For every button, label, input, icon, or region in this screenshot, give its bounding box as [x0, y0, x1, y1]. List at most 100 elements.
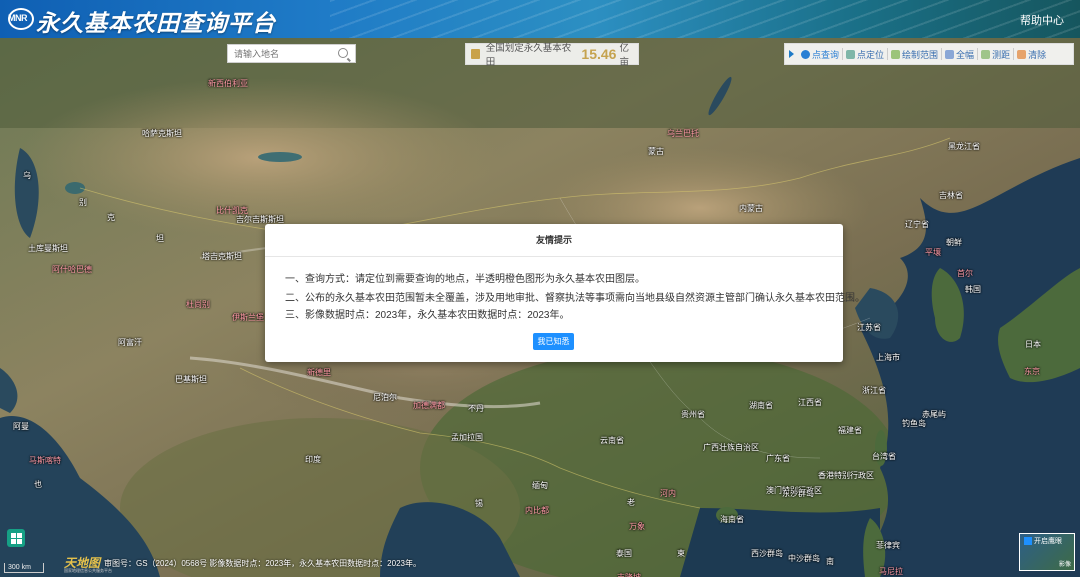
- tool-label: 全幅: [956, 49, 975, 60]
- stat-label: 全国划定永久基本农田: [485, 43, 572, 68]
- tool-label: 点查询: [812, 49, 840, 60]
- dialog-title: 友情提示: [265, 224, 843, 257]
- place-label: 菲律宾: [876, 541, 900, 550]
- place-label: 尼泊尔: [373, 393, 397, 402]
- place-label: 巴基斯坦: [175, 375, 207, 384]
- place-label: 克: [107, 213, 115, 222]
- tool-full-extent[interactable]: 全幅: [942, 48, 977, 61]
- place-label: 南: [826, 557, 834, 566]
- stat-unit: 亿亩: [619, 43, 629, 68]
- place-label: 乌兰巴托: [667, 129, 699, 138]
- place-label: 缅甸: [532, 481, 548, 490]
- place-label: 河内: [660, 489, 676, 498]
- place-label: 日本: [1025, 340, 1041, 349]
- place-label: 老: [627, 498, 635, 507]
- place-label: 贵州省: [681, 410, 705, 419]
- place-label: 哈萨克斯坦: [142, 129, 182, 138]
- place-label: 孟加拉国: [451, 433, 483, 442]
- logo-text: MNR: [8, 13, 28, 23]
- place-label: 别: [79, 198, 87, 207]
- place-label: 上海市: [876, 353, 900, 362]
- checkbox-icon[interactable]: [1024, 537, 1032, 545]
- header-wave-decoration: [330, 0, 1080, 38]
- mnr-logo-icon: MNR: [8, 8, 34, 30]
- place-label: 海南省: [720, 515, 744, 524]
- location-icon: [846, 49, 856, 59]
- place-label: 辽宁省: [905, 220, 929, 229]
- place-label: 中沙群岛: [788, 554, 820, 563]
- place-label: 朝鲜: [946, 238, 962, 247]
- place-label: 浙江省: [862, 386, 886, 395]
- fullscreen-icon: [945, 49, 955, 59]
- place-label: 印度: [305, 455, 321, 464]
- overview-map-toggle[interactable]: 开启鹰眼 影像: [1019, 533, 1075, 571]
- farmland-icon: [471, 49, 480, 59]
- place-label: 锡: [475, 499, 483, 508]
- eraser-icon: [1017, 49, 1027, 59]
- place-label: 泰国: [616, 549, 632, 558]
- place-label: 新德里: [307, 368, 331, 377]
- scale-bar: 300 km: [4, 563, 44, 573]
- tool-label: 绘制范围: [902, 49, 939, 60]
- place-label: 比什凯克: [216, 206, 248, 215]
- pointer-icon: [801, 49, 810, 59]
- tool-point-query[interactable]: 点查询: [798, 48, 842, 61]
- notice-line-3: 三、影像数据时点：2023年，永久基本农田数据时点：2023年。: [285, 310, 570, 321]
- header-bar: MNR 永久基本农田查询平台 帮助中心: [0, 0, 1080, 38]
- place-label: 新西伯利亚: [208, 79, 248, 88]
- place-label: 吉隆坡: [617, 572, 641, 577]
- place-label: 坦: [156, 234, 164, 243]
- place-label: 内比都: [525, 506, 549, 515]
- place-label: 吉林省: [939, 191, 963, 200]
- place-label: 江苏省: [857, 323, 881, 332]
- place-label: 不丹: [468, 404, 484, 413]
- footer-credits: 审图号：GS（2024）0568号 影像数据时点：2023年，永久基本农田数据时…: [104, 559, 421, 568]
- place-label: 江西省: [798, 398, 822, 407]
- place-label: 阿什哈巴德: [52, 265, 92, 274]
- place-label: 塔吉克斯坦: [202, 252, 242, 261]
- place-label: 蒙古: [648, 147, 664, 156]
- imagery-label: 影像: [1058, 562, 1071, 568]
- map-toolbar: 点查询 点定位 绘制范围 全幅 测距 清除: [784, 43, 1074, 65]
- place-label: 也: [34, 480, 42, 489]
- tool-clear[interactable]: 清除: [1014, 48, 1049, 61]
- tool-measure[interactable]: 测距: [978, 48, 1013, 61]
- place-label: 广西壮族自治区: [703, 443, 759, 452]
- place-label: 平壤: [925, 248, 941, 257]
- place-label: 杜尚别: [186, 300, 210, 309]
- tool-label: 清除: [1028, 49, 1047, 60]
- place-label: 首尔: [957, 269, 973, 278]
- place-label: 柬: [677, 549, 685, 558]
- place-label: 香港特别行政区: [818, 471, 874, 480]
- place-label: 西沙群岛: [751, 549, 783, 558]
- place-label: 土库曼斯坦: [28, 244, 68, 253]
- farmland-stat-box: 全国划定永久基本农田 15.46 亿亩: [465, 43, 639, 68]
- place-label: 阿富汗: [118, 338, 142, 347]
- place-label: 广东省: [766, 454, 790, 463]
- place-label: 内蒙古: [739, 204, 763, 213]
- toolbar-collapse-arrow-icon[interactable]: [789, 50, 794, 58]
- search-icon[interactable]: [338, 48, 348, 58]
- help-center-link[interactable]: 帮助中心: [1020, 12, 1064, 28]
- tool-draw-range[interactable]: 绘制范围: [888, 48, 941, 61]
- tool-point-locate[interactable]: 点定位: [843, 48, 887, 61]
- notice-line-2: 二、公布的永久基本农田范围暂未全覆盖，涉及用地审批、督察执法等事项需向当地县级自…: [285, 293, 865, 304]
- place-label: 马尼拉: [879, 567, 903, 576]
- place-label: 阿曼: [13, 422, 29, 431]
- place-label: 福建省: [838, 426, 862, 435]
- tool-label: 测距: [992, 49, 1011, 60]
- stat-value: 15.46: [581, 46, 617, 62]
- search-input[interactable]: [228, 45, 339, 62]
- overview-map-label: 开启鹰眼: [1034, 538, 1062, 545]
- place-label: 万象: [629, 522, 645, 531]
- place-label: 台湾省: [872, 452, 896, 461]
- place-label: 乌: [23, 171, 31, 180]
- place-label: 黑龙江省: [948, 142, 980, 151]
- app-title: 永久基本农田查询平台: [36, 10, 276, 36]
- layer-switch-button[interactable]: [7, 529, 25, 547]
- notice-line-1: 一、查询方式：请定位到需要查询的地点，半透明橙色图形为永久基本农田图层。: [285, 274, 645, 285]
- acknowledge-button[interactable]: 我已知悉: [533, 333, 574, 350]
- place-label: 伊斯兰堡: [232, 313, 264, 322]
- place-search-box[interactable]: [227, 44, 356, 63]
- place-label: 马斯喀特: [29, 456, 61, 465]
